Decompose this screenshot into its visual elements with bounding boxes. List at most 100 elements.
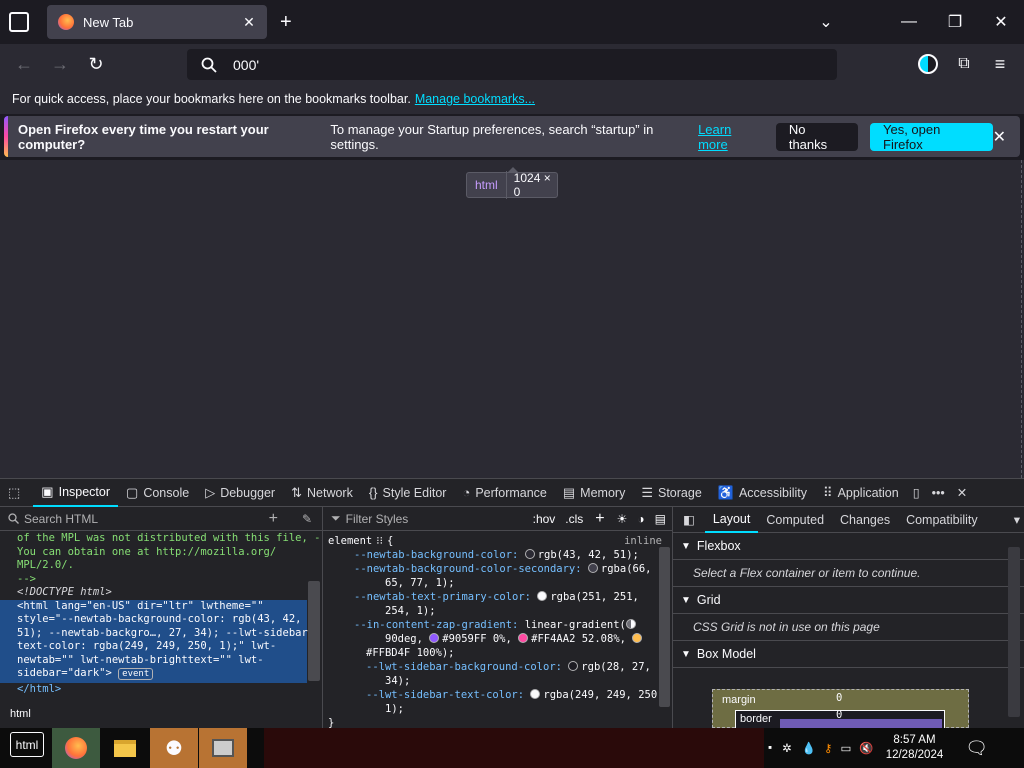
filter-styles-input[interactable]: Filter Styles bbox=[346, 512, 409, 526]
close-tab-icon[interactable]: ✕ bbox=[241, 14, 257, 31]
property-value[interactable]: 254, 1); bbox=[328, 604, 672, 618]
property-value[interactable]: rgba(251, 251, bbox=[550, 591, 639, 603]
print-icon[interactable]: ▤ bbox=[655, 512, 666, 526]
color-swatch[interactable] bbox=[632, 633, 643, 643]
html-search-input[interactable]: Search HTML bbox=[24, 512, 98, 526]
layout-scrollbar[interactable] bbox=[1008, 547, 1020, 717]
notifications-icon[interactable]: 🗨 bbox=[965, 738, 988, 759]
tab-layout[interactable]: Layout bbox=[704, 507, 759, 533]
sidebar-toggle-icon[interactable]: ◧ bbox=[673, 512, 705, 527]
restore-icon[interactable]: ❐ bbox=[941, 8, 969, 36]
close-window-icon[interactable]: ✕ bbox=[987, 8, 1015, 36]
close-notification-icon[interactable]: ✕ bbox=[993, 127, 1006, 147]
grid-section[interactable]: ▼ Grid bbox=[673, 587, 1024, 614]
property-value[interactable]: #FFBD4F 100%); bbox=[328, 646, 672, 660]
styles-scrollbar[interactable] bbox=[659, 547, 670, 707]
app-window-icon[interactable] bbox=[199, 728, 247, 768]
property-value[interactable]: 65, 77, 1); bbox=[328, 576, 672, 590]
close-devtools-icon[interactable]: ✕ bbox=[951, 479, 973, 507]
tab-list-icon[interactable] bbox=[9, 12, 29, 32]
dark-scheme-icon[interactable]: ◑ bbox=[637, 512, 644, 526]
color-swatch[interactable] bbox=[537, 591, 548, 601]
property-value[interactable]: 1); bbox=[328, 702, 672, 716]
list-all-tabs-icon[interactable]: ⌄ bbox=[812, 8, 840, 36]
angle-swatch[interactable] bbox=[625, 619, 636, 629]
html-desktop-icon[interactable]: html bbox=[10, 732, 44, 757]
tab-storage[interactable]: ☰ Storage bbox=[633, 479, 709, 507]
color-swatch[interactable] bbox=[568, 661, 579, 671]
box-model-border[interactable]: border 0 bbox=[735, 709, 945, 731]
storage-tray-icon[interactable]: ▪ bbox=[768, 742, 772, 754]
color-swatch[interactable] bbox=[524, 549, 535, 559]
drop-tray-icon[interactable]: 💧 bbox=[802, 741, 816, 755]
clock[interactable]: 8:57 AM 12/28/2024 bbox=[886, 733, 944, 763]
property-value[interactable]: 34); bbox=[328, 674, 672, 688]
manage-bookmarks-link[interactable]: Manage bookmarks... bbox=[415, 92, 535, 106]
back-icon[interactable]: ← bbox=[10, 50, 38, 78]
tab-inspector[interactable]: ▣ Inspector bbox=[33, 479, 119, 507]
yes-open-firefox-button[interactable]: Yes, open Firefox bbox=[870, 122, 993, 152]
tab-debugger[interactable]: ▷ Debugger bbox=[197, 479, 283, 507]
tab-changes[interactable]: Changes bbox=[832, 507, 898, 533]
add-node-icon[interactable]: + bbox=[269, 510, 278, 528]
no-thanks-button[interactable]: No thanks bbox=[775, 122, 858, 152]
vpn-icon[interactable] bbox=[918, 54, 938, 74]
doctype-line[interactable]: <!DOCTYPE html> bbox=[0, 586, 322, 600]
property-value[interactable]: rgba(249, 249, 250, bbox=[543, 689, 663, 701]
property-value[interactable]: #FF4AA2 52.08%, bbox=[531, 633, 626, 645]
file-explorer-icon[interactable] bbox=[101, 728, 149, 768]
property-name[interactable]: --newtab-background-color-secondary: bbox=[354, 563, 582, 575]
key-tray-icon[interactable]: ⚷ bbox=[824, 741, 832, 755]
property-name[interactable]: --in-content-zap-gradient: bbox=[354, 619, 518, 631]
add-rule-icon[interactable]: + bbox=[595, 510, 604, 528]
property-value[interactable]: rgb(28, 27, bbox=[581, 661, 651, 673]
color-swatch[interactable] bbox=[587, 563, 598, 573]
minimize-icon[interactable]: — bbox=[895, 8, 923, 36]
extensions-icon[interactable]: ⧉ bbox=[950, 50, 978, 78]
closing-tag-line[interactable]: </html> bbox=[0, 683, 322, 697]
color-swatch[interactable] bbox=[518, 633, 529, 643]
new-tab-icon[interactable]: + bbox=[280, 11, 292, 34]
tab-style-editor[interactable]: {} Style Editor bbox=[361, 479, 455, 507]
pick-element-icon[interactable]: ⬚ bbox=[0, 479, 33, 507]
property-value[interactable]: rgb(43, 42, 51); bbox=[538, 549, 639, 561]
tab-accessibility[interactable]: ♿ Accessibility bbox=[710, 479, 815, 507]
eyedropper-icon[interactable]: ✎ bbox=[302, 512, 312, 526]
chevron-down-icon[interactable]: ▾ bbox=[1014, 512, 1024, 527]
color-swatch[interactable] bbox=[429, 633, 440, 643]
tab-console[interactable]: ▢ Console bbox=[118, 479, 197, 507]
firefox-taskbar-icon[interactable] bbox=[52, 728, 100, 768]
property-name[interactable]: --lwt-sidebar-background-color: bbox=[366, 661, 562, 673]
property-value[interactable]: #9059FF 0%, bbox=[442, 633, 512, 645]
property-value[interactable]: rgba(66, bbox=[601, 563, 652, 575]
margin-value[interactable]: 0 bbox=[836, 692, 842, 704]
event-badge[interactable]: event bbox=[118, 668, 154, 680]
tab-network[interactable]: ⇅ Network bbox=[283, 479, 361, 507]
property-name[interactable]: --newtab-text-primary-color: bbox=[354, 591, 531, 603]
flexbox-section[interactable]: ▼ Flexbox bbox=[673, 533, 1024, 560]
property-value[interactable]: 90deg, bbox=[385, 633, 423, 645]
dock-icon[interactable]: ▯ bbox=[907, 479, 926, 507]
tab-memory[interactable]: ▤ Memory bbox=[555, 479, 633, 507]
hov-toggle[interactable]: :hov bbox=[533, 512, 556, 526]
box-model-section[interactable]: ▼ Box Model bbox=[673, 641, 1024, 668]
rule-source[interactable]: inline bbox=[624, 534, 662, 548]
tab-performance[interactable]: ◔ Performance bbox=[454, 479, 554, 507]
markup-scrollbar[interactable] bbox=[308, 581, 320, 681]
reload-icon[interactable]: ↻ bbox=[82, 50, 110, 78]
volume-muted-icon[interactable]: 🔇 bbox=[859, 741, 873, 755]
network-tray-icon[interactable]: ▭ bbox=[840, 741, 851, 755]
property-name[interactable]: --newtab-background-color: bbox=[354, 549, 518, 561]
menu-icon[interactable]: ≡ bbox=[986, 50, 1014, 78]
color-swatch[interactable] bbox=[530, 689, 541, 699]
forward-icon[interactable]: → bbox=[46, 50, 74, 78]
selected-node[interactable]: <html lang="en-US" dir="ltr" lwtheme="" … bbox=[0, 599, 314, 683]
light-scheme-icon[interactable]: ☀ bbox=[617, 512, 628, 526]
tab-application[interactable]: ⠿ Application bbox=[815, 479, 907, 507]
tab-computed[interactable]: Computed bbox=[758, 507, 832, 533]
cls-toggle[interactable]: .cls bbox=[565, 512, 583, 526]
property-value[interactable]: linear-gradient( bbox=[525, 619, 626, 631]
more-options-icon[interactable]: ••• bbox=[926, 479, 951, 507]
breadcrumb[interactable]: html bbox=[0, 702, 323, 728]
learn-more-link[interactable]: Learn more bbox=[698, 122, 762, 152]
